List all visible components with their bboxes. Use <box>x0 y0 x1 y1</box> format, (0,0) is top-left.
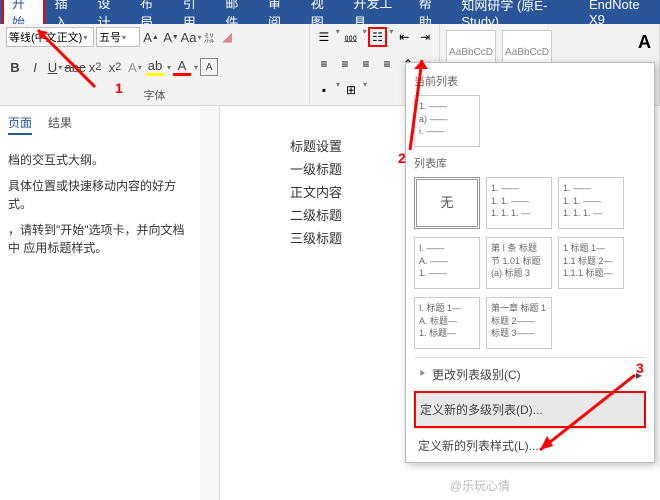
font-family-select[interactable]: 等线(中文正文)▾ <box>6 27 94 47</box>
strike-icon[interactable]: abc <box>66 58 84 76</box>
list-thumb-none[interactable]: 无 <box>414 177 480 229</box>
highlight-icon[interactable]: ab <box>146 58 164 76</box>
nav-text-2: 具体位置或快速移动内容的好方式。 <box>8 177 192 213</box>
bold-icon[interactable]: B <box>6 58 24 76</box>
nav-tab-results[interactable]: 结果 <box>48 114 72 135</box>
list-thumb-current[interactable]: 1. ——a) ——i. —— <box>414 95 480 147</box>
popup-current-header: 当前列表 <box>414 73 646 89</box>
list-thumb[interactable]: 1. ——1. 1. ——1. 1. 1. — <box>558 177 624 229</box>
phonetic-icon[interactable]: ㍊ <box>202 28 216 46</box>
align-right-icon[interactable]: ≡ <box>356 54 376 74</box>
ribbon-tabs: 开始 插入 设计 布局 引用 邮件 审阅 视图 开发工具 帮助 知网研学 (原E… <box>0 0 660 24</box>
font-group-label: 字体 <box>6 87 303 103</box>
list-thumb[interactable]: 1 标题 1—1.1 标题 2—1.1.1 标题— <box>558 237 624 289</box>
font-size-select[interactable]: 五号▾ <box>96 27 140 47</box>
increase-indent-icon[interactable]: ⇥ <box>415 27 435 47</box>
bullets-icon[interactable]: ☰ <box>314 27 334 47</box>
define-new-multilevel-list[interactable]: 定义新的多级列表(D)... <box>414 391 646 428</box>
superscript-icon[interactable]: x2 <box>106 58 124 76</box>
char-border-icon[interactable]: A <box>200 58 218 76</box>
nav-text-3: ，请转到"开始"选项卡，并向文档中 应用标题样式。 <box>8 221 192 257</box>
nav-text-1: 档的交互式大纲。 <box>8 151 192 169</box>
align-center-icon[interactable]: ≡ <box>335 54 355 74</box>
define-new-list-style[interactable]: 定义新的列表样式(L)... <box>414 428 646 462</box>
navigation-pane: 页面 结果 档的交互式大纲。 具体位置或快速移动内容的好方式。 ，请转到"开始"… <box>0 106 200 273</box>
popup-library-header: 列表库 <box>414 155 646 171</box>
change-case-icon[interactable]: Aa▾ <box>182 28 200 46</box>
clear-format-icon[interactable]: ◢ <box>218 28 236 46</box>
list-thumb[interactable]: 第 I 条 标题节 1.01 标题(a) 标题 3 <box>486 237 552 289</box>
align-left-icon[interactable]: ≡ <box>314 54 334 74</box>
text-effects-icon[interactable]: A▾ <box>126 58 144 76</box>
shrink-font-icon[interactable]: A▼ <box>162 28 180 46</box>
multilevel-list-popup: 当前列表 1. ——a) ——i. —— 列表库 无 1. ——1. 1. ——… <box>405 62 655 463</box>
list-thumb[interactable]: I. ——A. ——1. —— <box>414 237 480 289</box>
grow-font-icon[interactable]: A▲ <box>142 28 160 46</box>
subscript-icon[interactable]: x2 <box>86 58 104 76</box>
list-thumb[interactable]: 第一章 标题 1标题 2——标题 3—— <box>486 297 552 349</box>
italic-icon[interactable]: I <box>26 58 44 76</box>
list-thumb[interactable]: 1. ——1. 1. ——1. 1. 1. — <box>486 177 552 229</box>
shading-icon[interactable]: ▪ <box>314 80 334 100</box>
list-thumb[interactable]: I. 标题 1—A. 标题—1. 标题— <box>414 297 480 349</box>
underline-icon[interactable]: U▾ <box>46 58 64 76</box>
font-group: 等线(中文正文)▾ 五号▾ A▲ A▼ Aa▾ ㍊ ◢ B I U▾ abc x… <box>0 24 310 105</box>
nav-tab-pages[interactable]: 页面 <box>8 114 32 135</box>
multilevel-list-icon[interactable]: ☷ <box>368 27 388 47</box>
change-list-level[interactable]: ⯈更改列表级别(C)▸ <box>414 357 646 391</box>
decrease-indent-icon[interactable]: ⇤ <box>394 27 414 47</box>
font-color-icon[interactable]: A <box>173 58 191 76</box>
borders-icon[interactable]: ⊞ <box>341 80 361 100</box>
watermark: @乐玩心情 <box>450 477 510 494</box>
justify-icon[interactable]: ≡ <box>377 54 397 74</box>
vertical-ruler <box>200 106 220 500</box>
numbering-icon[interactable]: ⅏ <box>341 27 361 47</box>
